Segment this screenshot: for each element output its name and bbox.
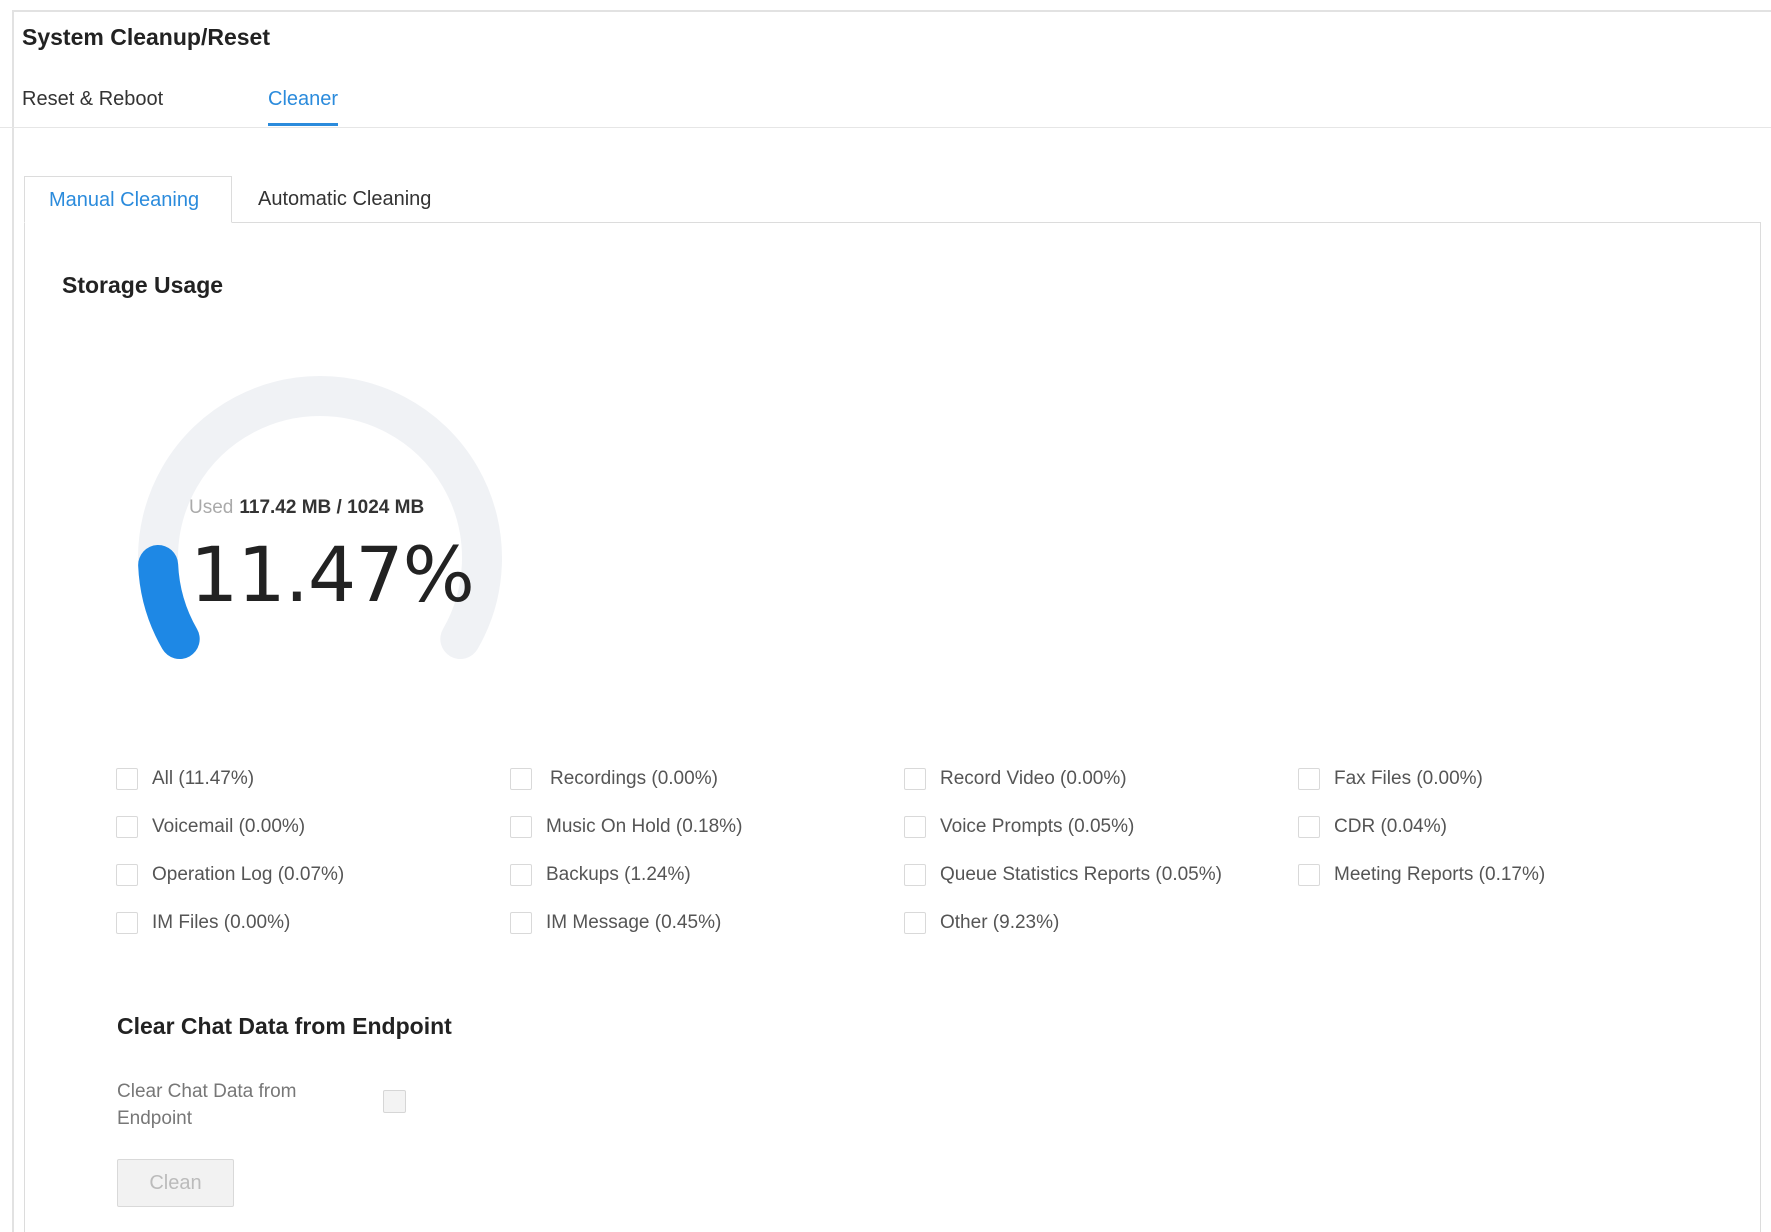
checkbox[interactable] [510,912,532,934]
gauge-fill [138,544,200,659]
tab-manual-cleaning[interactable]: Manual Cleaning [24,176,232,223]
page-title: System Cleanup/Reset [22,24,270,50]
clean-button[interactable]: Clean [117,1159,234,1207]
used-label: Used [189,497,234,518]
option-label: Other (9.23%) [940,912,1060,933]
option-label: Operation Log (0.07%) [152,864,345,885]
option-label: All (11.47%) [152,768,255,789]
option-label: Backups (1.24%) [546,864,691,885]
clear-chat-field-label: Clear Chat Data from Endpoint [117,1081,297,1129]
option-label: Voicemail (0.00%) [152,816,306,837]
option-label: CDR (0.04%) [1334,816,1447,837]
storage-percent: 11.47% [190,530,475,619]
option-label: IM Message (0.45%) [546,912,722,933]
checkbox[interactable] [1298,816,1320,838]
checkbox[interactable] [1298,864,1320,886]
checkbox[interactable] [904,864,926,886]
tab-automatic-cleaning[interactable]: Automatic Cleaning [234,176,455,223]
used-value: 117.42 MB / 1024 MB [239,497,425,518]
checkbox[interactable] [116,912,138,934]
option-label: Voice Prompts (0.05%) [940,816,1135,837]
storage-gauge: Used 117.42 MB / 1024 MB 11.47% [100,340,540,720]
checkbox[interactable] [904,912,926,934]
option-label: Fax Files (0.00%) [1334,768,1483,789]
option-label: IM Files (0.00%) [152,912,291,933]
clear-chat-section-title: Clear Chat Data from Endpoint [117,1013,452,1039]
checkbox[interactable] [116,816,138,838]
checkbox[interactable] [510,768,532,790]
top-tab-bar: Reset & Reboot Cleaner [0,84,1771,128]
checkbox[interactable] [510,864,532,886]
option-label: Recordings (0.00%) [550,768,718,789]
storage-used-readout: Used 117.42 MB / 1024 MB [189,497,424,519]
option-label: Meeting Reports (0.17%) [1334,864,1546,885]
option-label: Queue Statistics Reports (0.05%) [940,864,1222,885]
clear-chat-checkbox[interactable] [383,1090,406,1113]
checkbox[interactable] [904,768,926,790]
checkbox[interactable] [116,864,138,886]
tab-reset-reboot[interactable]: Reset & Reboot [22,88,163,123]
checkbox[interactable] [904,816,926,838]
option-label: Record Video (0.00%) [940,768,1127,789]
checkbox[interactable] [116,768,138,790]
option-label: Music On Hold (0.18%) [546,816,743,837]
storage-usage-title: Storage Usage [62,272,224,298]
checkbox[interactable] [1298,768,1320,790]
checkbox[interactable] [510,816,532,838]
tab-cleaner[interactable]: Cleaner [268,88,339,126]
